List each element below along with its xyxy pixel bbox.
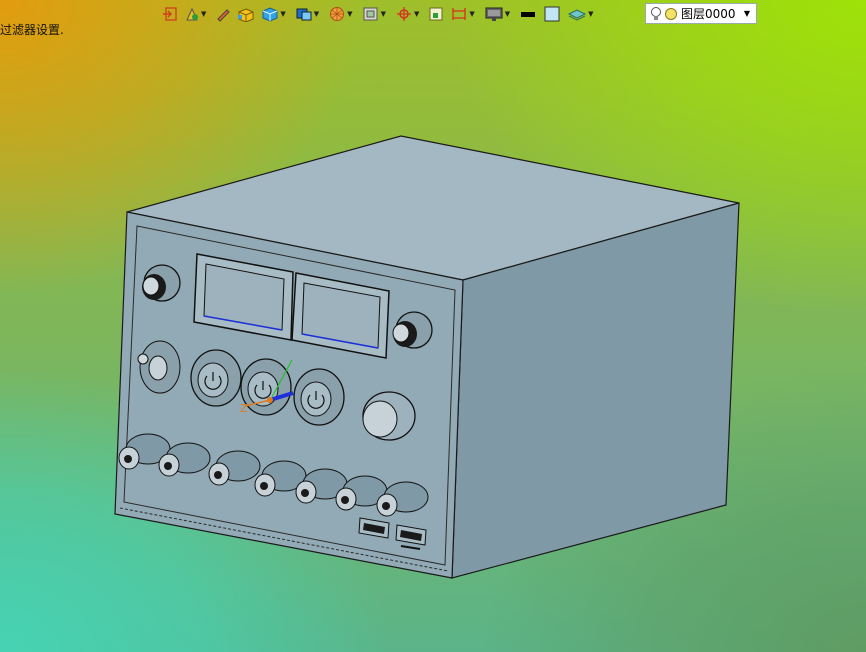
svg-text:Z: Z xyxy=(240,402,248,415)
power-button-2[interactable] xyxy=(240,358,292,416)
cad-model-viewport[interactable]: Z xyxy=(0,0,866,652)
power-button-3[interactable] xyxy=(293,368,345,426)
power-button-1[interactable] xyxy=(190,349,242,407)
large-knob[interactable] xyxy=(362,391,416,441)
